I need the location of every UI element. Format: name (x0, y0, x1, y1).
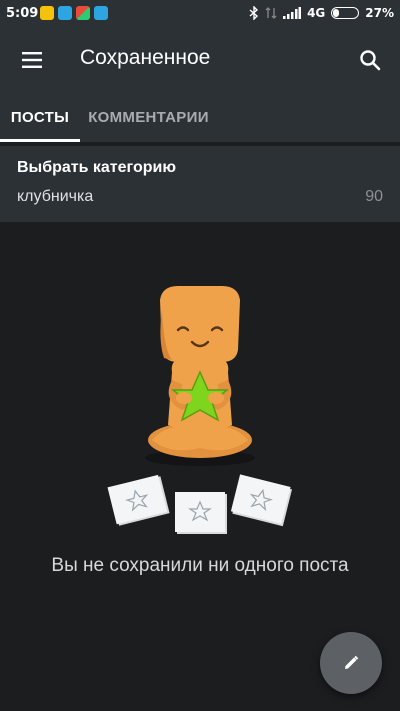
tab-comments[interactable]: КОММЕНТАРИИ (80, 92, 217, 142)
compose-button[interactable] (320, 632, 382, 694)
tab-comments-label: КОММЕНТАРИИ (88, 108, 209, 126)
card-right (230, 474, 293, 527)
battery-icon (331, 7, 360, 19)
card-center (175, 492, 227, 534)
status-time: 5:09 (6, 6, 39, 21)
tab-indicator (0, 139, 80, 142)
pencil-icon (345, 655, 359, 669)
status-right: 4G 27% (249, 6, 394, 20)
screen: 5:09 4G 27% Сохраненное ПОСТЫ КОММЕНТАРИ… (0, 0, 400, 711)
bluetooth-icon (249, 6, 259, 20)
page-title: Сохраненное (80, 46, 211, 69)
tab-posts-label: ПОСТЫ (10, 108, 70, 126)
data-transfer-icon (265, 7, 277, 19)
app-bar: Сохраненное (0, 28, 400, 92)
category-selector[interactable]: Выбрать категорию клубничка 90 (0, 146, 400, 222)
network-type: 4G (307, 6, 326, 20)
app-icon (76, 6, 90, 20)
telegram-icon (58, 6, 72, 20)
category-count: 90 (365, 188, 383, 205)
battery-fill (333, 9, 340, 17)
category-title: Выбрать категорию (17, 159, 177, 176)
telegram-icon (94, 6, 108, 20)
signal-icon (283, 7, 302, 19)
search-icon (360, 50, 381, 71)
category-name: клубничка (17, 188, 94, 205)
notification-icons (40, 6, 108, 20)
status-bar: 5:09 4G 27% (0, 0, 400, 28)
battery-percent: 27% (365, 6, 394, 20)
tabs: ПОСТЫ КОММЕНТАРИИ (0, 92, 400, 142)
search-button[interactable] (352, 42, 388, 78)
empty-state-illustration (107, 286, 293, 534)
messenger-icon (40, 6, 54, 20)
empty-state-message: Вы не сохранили ни одного поста (51, 555, 349, 576)
hamburger-menu-icon (22, 52, 42, 68)
tab-posts[interactable]: ПОСТЫ (0, 92, 80, 142)
menu-button[interactable] (14, 42, 50, 78)
card-left (107, 474, 170, 526)
